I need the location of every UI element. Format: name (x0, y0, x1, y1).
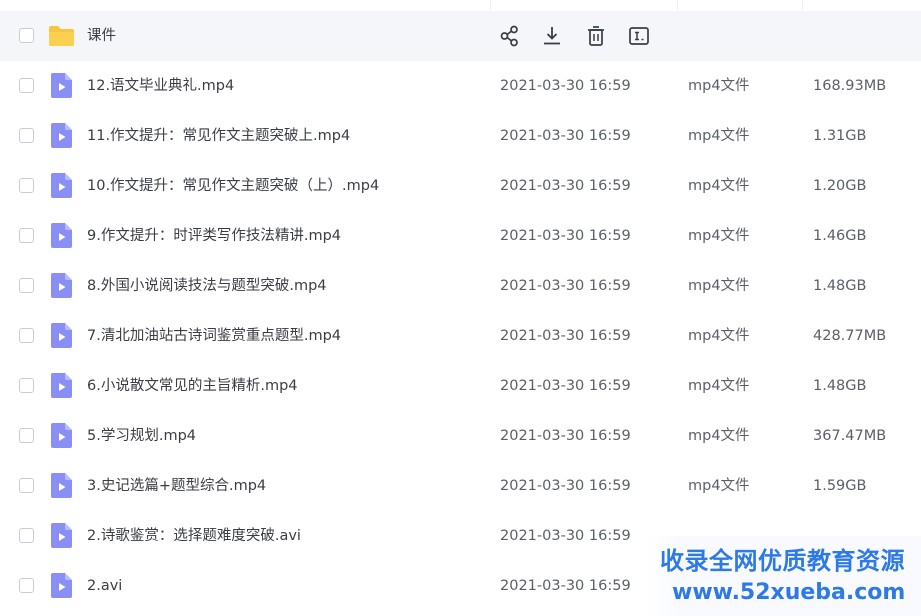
folder-row[interactable]: 课件 (0, 11, 921, 61)
file-modified-date: 2021-03-30 16:59 (500, 328, 631, 344)
file-type: mp4文件 (688, 128, 750, 144)
share-icon (500, 25, 518, 47)
row-checkbox[interactable] (19, 278, 34, 293)
file-size: 1.48GB (813, 278, 867, 294)
column-divider (802, 0, 803, 10)
row-checkbox[interactable] (19, 378, 34, 393)
file-size: 1.20GB (813, 178, 867, 194)
row-checkbox[interactable] (19, 328, 34, 343)
file-name[interactable]: 9.作文提升：时评类写作技法精讲.mp4 (87, 211, 341, 261)
rename-button[interactable] (627, 24, 651, 48)
file-row[interactable]: 5.学习规划.mp4 2021-03-30 16:59 mp4文件 367.47MB (0, 411, 921, 461)
file-name[interactable]: 3.史记选篇+题型综合.mp4 (87, 461, 266, 511)
video-file-icon (51, 523, 72, 548)
file-name[interactable]: 12.语文毕业典礼.mp4 (87, 61, 234, 111)
file-modified-date: 2021-03-30 16:59 (500, 78, 631, 94)
row-checkbox[interactable] (19, 178, 34, 193)
video-file-icon (51, 223, 72, 248)
share-button[interactable] (498, 24, 522, 48)
file-modified-date: 2021-03-30 16:59 (500, 228, 631, 244)
row-checkbox[interactable] (19, 78, 34, 93)
file-row[interactable]: 6.小说散文常见的主旨精析.mp4 2021-03-30 16:59 mp4文件 1.… (0, 361, 921, 411)
file-name[interactable]: 5.学习规划.mp4 (87, 411, 196, 461)
column-divider (490, 0, 491, 10)
file-row[interactable]: 12.语文毕业典礼.mp4 2021-03-30 16:59 mp4文件 168.93… (0, 61, 921, 111)
file-modified-date: 2021-03-30 16:59 (500, 578, 631, 594)
file-name[interactable]: 10.作文提升：常见作文主题突破（上）.mp4 (87, 161, 379, 211)
file-name[interactable]: 8.外国小说阅读技法与题型突破.mp4 (87, 261, 327, 311)
row-checkbox[interactable] (19, 528, 34, 543)
video-file-icon (51, 123, 72, 148)
video-file-icon (51, 323, 72, 348)
row-checkbox[interactable] (19, 228, 34, 243)
row-checkbox[interactable] (19, 28, 34, 43)
file-size: 168.93MB (813, 78, 887, 94)
file-modified-date: 2021-03-30 16:59 (500, 478, 631, 494)
watermark-slogan: 收录全网优质教育资源 (660, 547, 905, 575)
file-name[interactable]: 7.清北加油站古诗词鉴赏重点题型.mp4 (87, 311, 341, 361)
folder-name: 课件 (87, 28, 116, 44)
video-file-icon (51, 73, 72, 98)
download-button[interactable] (540, 24, 564, 48)
file-size: 367.47MB (813, 428, 887, 444)
file-name[interactable]: 2.avi (87, 561, 122, 611)
file-modified-date: 2021-03-30 16:59 (500, 278, 631, 294)
file-size: 428.77MB (813, 328, 887, 344)
file-type: mp4文件 (688, 428, 750, 444)
watermark-url: www.52xueba.com (672, 580, 906, 605)
file-type: mp4文件 (688, 178, 750, 194)
row-checkbox[interactable] (19, 478, 34, 493)
file-size: 1.46GB (813, 228, 867, 244)
file-modified-date: 2021-03-30 16:59 (500, 178, 631, 194)
file-modified-date: 2021-03-30 16:59 (500, 528, 631, 544)
file-row[interactable]: 8.外国小说阅读技法与题型突破.mp4 2021-03-30 16:59 mp4文件… (0, 261, 921, 311)
file-type: mp4文件 (688, 228, 750, 244)
file-name[interactable]: 6.小说散文常见的主旨精析.mp4 (87, 361, 298, 411)
file-row[interactable]: 11.作文提升：常见作文主题突破上.mp4 2021-03-30 16:59 mp4… (0, 111, 921, 161)
file-type: mp4文件 (688, 478, 750, 494)
file-type: mp4文件 (688, 328, 750, 344)
row-checkbox[interactable] (19, 128, 34, 143)
file-modified-date: 2021-03-30 16:59 (500, 428, 631, 444)
file-name[interactable]: 11.作文提升：常见作文主题突破上.mp4 (87, 111, 350, 161)
file-row[interactable]: 3.史记选篇+题型综合.mp4 2021-03-30 16:59 mp4文件 1.59… (0, 461, 921, 511)
file-name[interactable]: 2.诗歌鉴赏：选择题难度突破.avi (87, 511, 301, 561)
file-row[interactable]: 10.作文提升：常见作文主题突破（上）.mp4 2021-03-30 16:59 m… (0, 161, 921, 211)
file-type: mp4文件 (688, 278, 750, 294)
video-file-icon (51, 173, 72, 198)
column-divider (677, 0, 678, 10)
file-type: mp4文件 (688, 378, 750, 394)
video-file-icon (51, 373, 72, 398)
rename-icon (629, 27, 649, 45)
delete-button[interactable] (584, 24, 608, 48)
row-checkbox[interactable] (19, 578, 34, 593)
file-size: 1.48GB (813, 378, 867, 394)
file-modified-date: 2021-03-30 16:59 (500, 378, 631, 394)
file-type: mp4文件 (688, 78, 750, 94)
file-list-view: 课件 12.语文毕业典礼.mp4 2021-03-30 16:59 mp4文件 … (0, 0, 921, 616)
trash-icon (588, 26, 604, 46)
file-row[interactable]: 9.作文提升：时评类写作技法精讲.mp4 2021-03-30 16:59 mp4文… (0, 211, 921, 261)
video-file-icon (51, 473, 72, 498)
video-file-icon (51, 573, 72, 598)
video-file-icon (51, 273, 72, 298)
video-file-icon (51, 423, 72, 448)
file-size: 1.31GB (813, 128, 867, 144)
file-size: 1.59GB (813, 478, 867, 494)
download-icon (544, 27, 560, 45)
folder-icon (49, 26, 74, 46)
file-row[interactable]: 7.清北加油站古诗词鉴赏重点题型.mp4 2021-03-30 16:59 mp4文… (0, 311, 921, 361)
row-checkbox[interactable] (19, 428, 34, 443)
file-modified-date: 2021-03-30 16:59 (500, 128, 631, 144)
